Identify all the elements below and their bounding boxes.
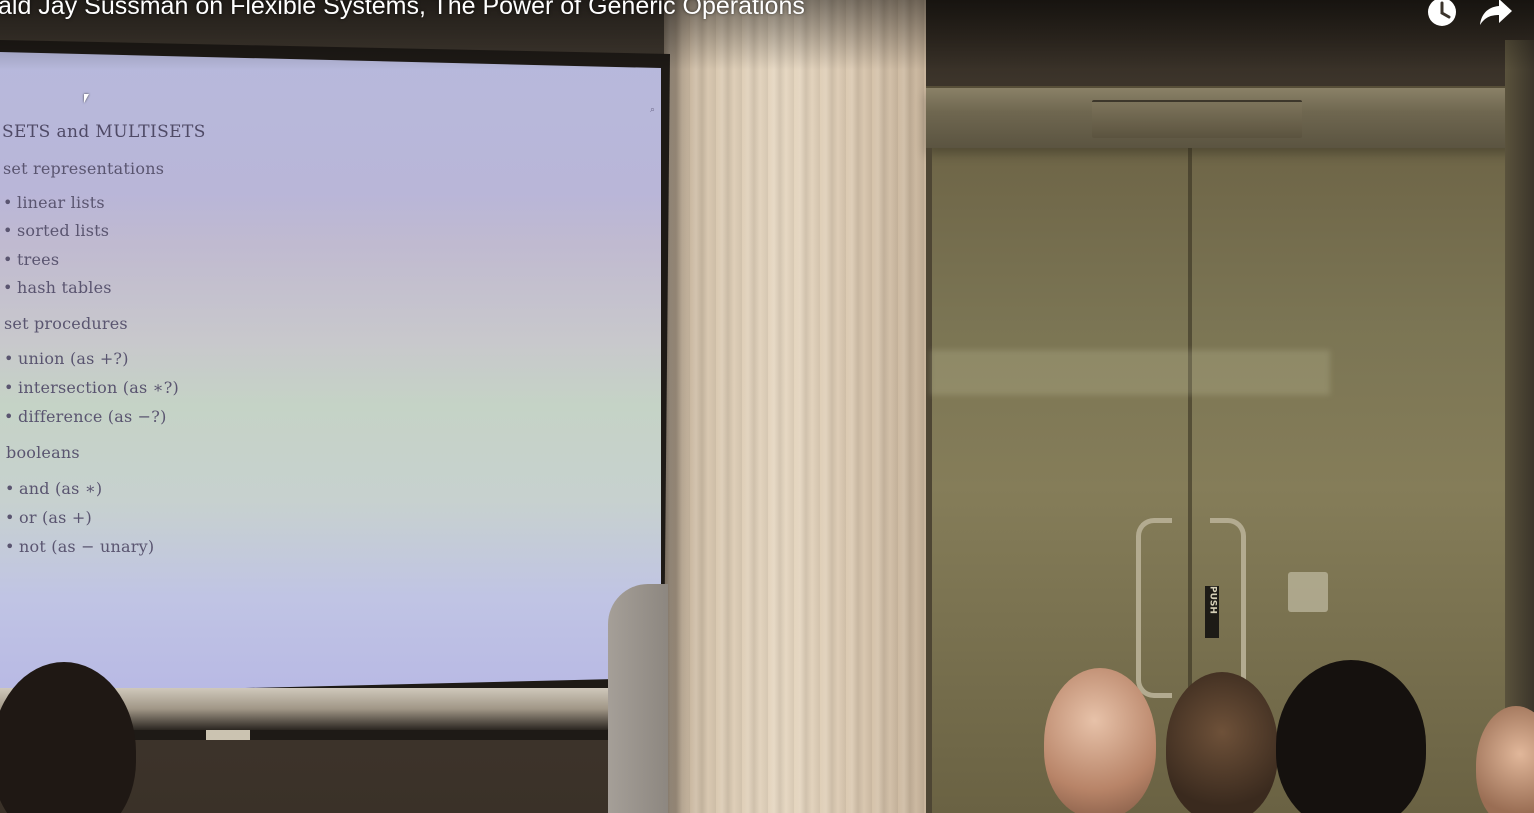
slide-section-title: set representations: [3, 159, 165, 178]
slide-bullet-text: difference (as −?): [18, 407, 167, 426]
door-frame-left: [926, 148, 932, 813]
bullet-dot-icon: •: [3, 193, 13, 212]
slide-bullet-text: not (as − unary): [19, 537, 155, 556]
slide-bullet: • difference (as −?): [4, 407, 167, 426]
bullet-dot-icon: •: [4, 349, 14, 368]
video-player[interactable]: PUSH SETS and MULTISETS set representati…: [0, 0, 1534, 813]
bullet-dot-icon: •: [3, 221, 13, 240]
bullet-dot-icon: •: [5, 537, 15, 556]
slide-bullet: • and (as ∗): [5, 479, 102, 498]
slide-bullet: • not (as − unary): [5, 537, 154, 556]
slide-bullet-text: sorted lists: [17, 221, 110, 240]
zoom-icon: ⌕: [650, 105, 656, 115]
slide-bullet-text: linear lists: [17, 193, 105, 212]
door-frame-right: [1505, 40, 1534, 813]
slide-bullet: • sorted lists: [3, 221, 109, 240]
slide-section-title: booleans: [6, 443, 80, 462]
bullet-dot-icon: •: [5, 508, 15, 527]
slide-bullet: • or (as +): [5, 508, 92, 527]
slide-bullet: • union (as +?): [4, 349, 129, 368]
push-sign: PUSH: [1205, 586, 1219, 638]
bullet-dot-icon: •: [4, 378, 14, 397]
slide-bullet-text: hash tables: [17, 278, 112, 297]
door-seam: [1188, 148, 1192, 708]
share-button[interactable]: [1476, 0, 1516, 30]
mouse-pointer-icon: [84, 94, 94, 103]
bullet-dot-icon: •: [5, 479, 15, 498]
slide-bullet: • hash tables: [3, 278, 112, 297]
bullet-dot-icon: •: [3, 250, 13, 269]
video-title[interactable]: ald Jay Sussman on Flexible Systems, The…: [0, 0, 805, 21]
bullet-dot-icon: •: [4, 407, 14, 426]
slide-bullet: • intersection (as ∗?): [4, 378, 179, 397]
slide: SETS and MULTISETS set representations •…: [0, 52, 661, 694]
slide-bullet-text: union (as +?): [18, 349, 129, 368]
bullet-dot-icon: •: [3, 278, 13, 297]
curtain: [664, 0, 928, 813]
slide-bullet-text: trees: [17, 250, 60, 269]
watch-later-button[interactable]: [1422, 0, 1462, 30]
speaker-silhouette: [608, 584, 668, 813]
slide-heading: SETS and MULTISETS: [2, 122, 206, 142]
wall-plate: [1288, 572, 1328, 612]
slide-section-title: set procedures: [4, 314, 128, 333]
slide-bullet-text: or (as +): [19, 508, 92, 527]
door-handle-left: [1136, 518, 1172, 698]
share-arrow-icon: [1480, 0, 1512, 25]
audience-head: [1166, 672, 1278, 813]
push-sign-text: PUSH: [1207, 586, 1218, 614]
audience-head: [1044, 668, 1156, 813]
slide-bullet: • linear lists: [3, 193, 105, 212]
slide-bullet: • trees: [3, 250, 59, 269]
slide-bullet-text: and (as ∗): [19, 479, 103, 498]
clock-icon: [1428, 0, 1456, 26]
door-closer: [1092, 100, 1302, 138]
screen-pull-tab: [206, 730, 250, 740]
slide-bullet-text: intersection (as ∗?): [18, 378, 179, 397]
glass-glare: [930, 350, 1330, 395]
